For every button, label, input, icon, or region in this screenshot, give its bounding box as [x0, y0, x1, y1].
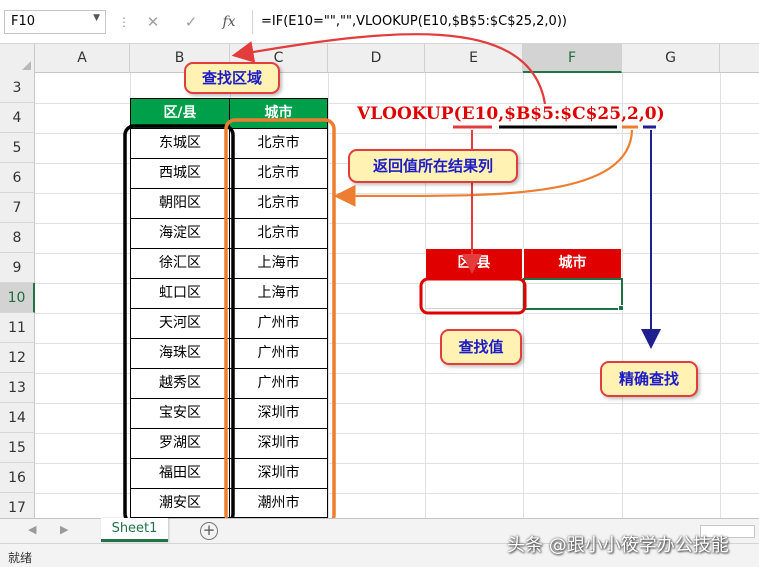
column-header-g[interactable]: G [622, 44, 720, 73]
callout-return-column: 返回值所在结果列 [348, 149, 518, 183]
drag-handle-icon[interactable]: ⋮ [118, 10, 130, 34]
chevron-down-icon[interactable]: ▼ [93, 13, 100, 23]
table-cell-city[interactable]: 北京市 [229, 158, 328, 189]
cancel-icon[interactable]: ✕ [140, 10, 166, 34]
row-header-6[interactable]: 6 [0, 163, 35, 193]
query-header-district[interactable]: 区/县 [425, 248, 523, 279]
column-header-f[interactable]: F [523, 44, 622, 73]
formula-bar: F10 ▼ ⋮ ✕ ✓ fx =IF(E10="","",VLOOKUP(E10… [0, 0, 759, 44]
watermark: 头条 @跟小小筱学办公技能 [507, 535, 729, 556]
callout-lookup-range: 查找区域 [184, 62, 280, 94]
formula-annotation: VLOOKUP(E10,$B$5:$C$25,2,0) [357, 104, 665, 124]
row-header-10[interactable]: 10 [0, 283, 35, 313]
table-header-city[interactable]: 城市 [229, 98, 328, 129]
row-header-5[interactable]: 5 [0, 133, 35, 163]
formula-input[interactable]: =IF(E10="","",VLOOKUP(E10,$B$5:$C$25,2,0… [252, 10, 759, 34]
name-box-value: F10 [11, 14, 36, 29]
column-header-e[interactable]: E [425, 44, 523, 73]
row-header-13[interactable]: 13 [0, 373, 35, 403]
row-header-14[interactable]: 14 [0, 403, 35, 433]
table-cell-city[interactable]: 广州市 [229, 338, 328, 369]
row-header-15[interactable]: 15 [0, 433, 35, 463]
table-cell-district[interactable]: 海珠区 [130, 338, 230, 369]
table-cell-district[interactable]: 罗湖区 [130, 428, 230, 459]
table-cell-district[interactable]: 海淀区 [130, 218, 230, 249]
table-cell-city[interactable]: 北京市 [229, 128, 328, 159]
table-cell-city[interactable]: 深圳市 [229, 398, 328, 429]
table-cell-city[interactable]: 北京市 [229, 218, 328, 249]
column-header-a[interactable]: A [35, 44, 130, 73]
column-header-row: A B C D E F G [0, 44, 759, 73]
table-cell-city[interactable]: 深圳市 [229, 428, 328, 459]
select-all-button[interactable] [0, 44, 35, 73]
table-cell-city[interactable]: 上海市 [229, 248, 328, 279]
status-text: 就绪 [8, 551, 33, 565]
gridline [328, 73, 329, 518]
row-header-3[interactable]: 3 [0, 73, 35, 103]
table-cell-city[interactable]: 潮州市 [229, 488, 328, 518]
table-header-district[interactable]: 区/县 [130, 98, 230, 129]
tab-next-icon[interactable]: ▶ [60, 523, 68, 536]
name-box[interactable]: F10 ▼ [4, 10, 106, 34]
tab-prev-icon[interactable]: ◀ [28, 523, 36, 536]
table-cell-district[interactable]: 福田区 [130, 458, 230, 489]
table-cell-city[interactable]: 上海市 [229, 278, 328, 309]
tab-sheet1[interactable]: Sheet1 [101, 518, 168, 542]
table-cell-district[interactable]: 朝阳区 [130, 188, 230, 219]
insert-function-icon[interactable]: fx [216, 10, 242, 34]
gridline [720, 73, 721, 518]
row-header-4[interactable]: 4 [0, 103, 35, 133]
table-cell-district[interactable]: 西城区 [130, 158, 230, 189]
callout-exact-match: 精确查找 [600, 361, 698, 397]
row-header-12[interactable]: 12 [0, 343, 35, 373]
enter-icon[interactable]: ✓ [178, 10, 204, 34]
row-header-7[interactable]: 7 [0, 193, 35, 223]
column-header-d[interactable]: D [328, 44, 425, 73]
row-header-11[interactable]: 11 [0, 313, 35, 343]
table-cell-district[interactable]: 东城区 [130, 128, 230, 159]
add-sheet-icon[interactable]: + [200, 522, 218, 540]
table-cell-city[interactable]: 北京市 [229, 188, 328, 219]
table-cell-district[interactable]: 宝安区 [130, 398, 230, 429]
callout-lookup-value: 查找值 [440, 329, 522, 365]
row-header-16[interactable]: 16 [0, 463, 35, 493]
table-cell-city[interactable]: 深圳市 [229, 458, 328, 489]
table-cell-district[interactable]: 越秀区 [130, 368, 230, 399]
table-cell-district[interactable]: 虹口区 [130, 278, 230, 309]
table-cell-district[interactable]: 天河区 [130, 308, 230, 339]
query-header-city[interactable]: 城市 [523, 248, 622, 279]
table-cell-city[interactable]: 广州市 [229, 368, 328, 399]
lookup-value-cell[interactable] [425, 278, 523, 309]
table-cell-district[interactable]: 潮安区 [130, 488, 230, 518]
row-header-9[interactable]: 9 [0, 253, 35, 283]
fill-handle[interactable] [618, 305, 624, 311]
table-cell-city[interactable]: 广州市 [229, 308, 328, 339]
table-cell-district[interactable]: 徐汇区 [130, 248, 230, 279]
row-header-17[interactable]: 17 [0, 493, 35, 518]
result-cell-selected[interactable] [523, 278, 623, 310]
row-header-8[interactable]: 8 [0, 223, 35, 253]
